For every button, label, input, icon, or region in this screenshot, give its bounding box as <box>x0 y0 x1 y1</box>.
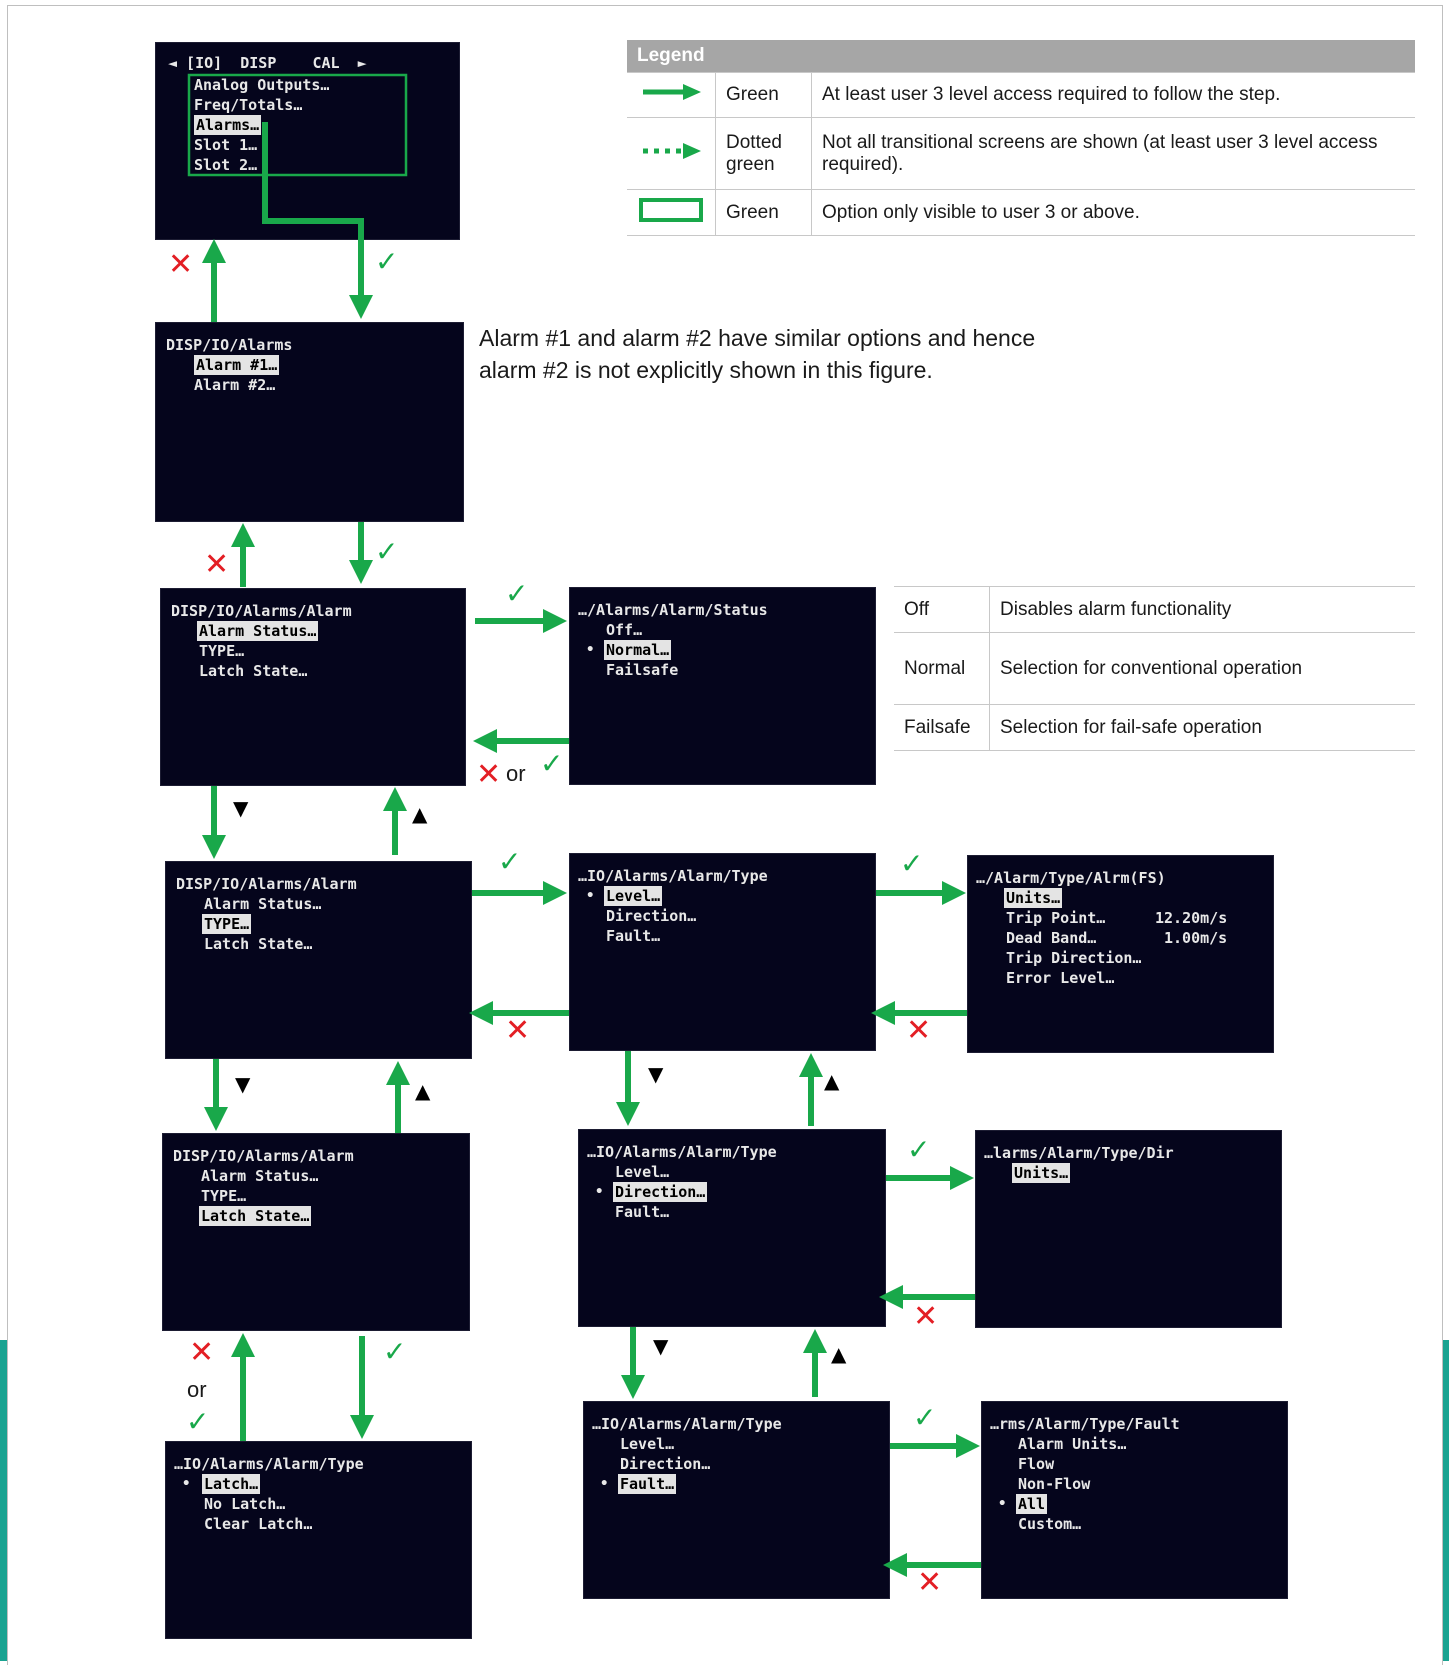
down-triangle-icon: ▼ <box>235 1072 251 1096</box>
green-option-box-icon <box>187 73 408 177</box>
check-icon: ✓ <box>375 535 399 568</box>
check-icon: ✓ <box>186 1405 210 1438</box>
cross-icon: ✕ <box>917 1565 943 1600</box>
down-triangle-icon: ▼ <box>648 1062 664 1086</box>
up-triangle-icon: ▲ <box>412 802 428 826</box>
or-label: or <box>506 761 526 786</box>
cross-icon: ✕ <box>505 1013 531 1048</box>
check-icon: ✓ <box>900 847 924 880</box>
check-icon: ✓ <box>907 1133 931 1166</box>
check-icon: ✓ <box>913 1401 937 1434</box>
cross-icon: ✕ <box>204 547 230 582</box>
check-icon: ✓ <box>540 747 564 780</box>
cross-icon: ✕ <box>906 1013 932 1048</box>
check-icon: ✓ <box>498 845 522 878</box>
arrow-alarms-to-alarms-screen <box>262 122 373 319</box>
or-label: or <box>187 1377 207 1402</box>
down-triangle-icon: ▼ <box>653 1334 669 1358</box>
down-triangle-icon: ▼ <box>233 796 249 820</box>
cross-icon: ✕ <box>168 247 194 282</box>
check-icon: ✓ <box>505 577 529 610</box>
flow-arrows <box>187 73 981 1577</box>
up-triangle-icon: ▲ <box>831 1342 847 1366</box>
cross-icon: ✕ <box>476 757 502 792</box>
check-icon: ✓ <box>383 1335 407 1368</box>
cross-icon: ✕ <box>913 1299 939 1334</box>
up-triangle-icon: ▲ <box>415 1079 431 1103</box>
cross-icon: ✕ <box>189 1335 215 1370</box>
up-triangle-icon: ▲ <box>824 1069 840 1093</box>
check-icon: ✓ <box>375 245 399 278</box>
